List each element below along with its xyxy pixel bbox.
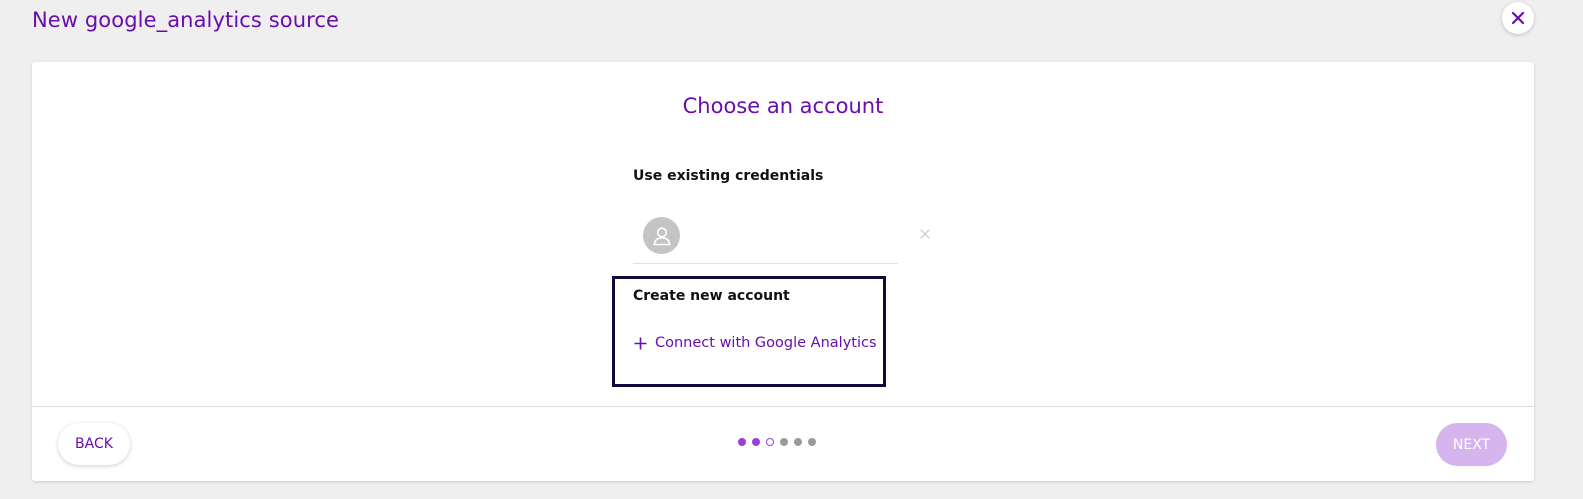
close-icon: [920, 229, 930, 239]
create-new-account-label: Create new account: [633, 288, 790, 304]
step-title: Choose an account: [682, 94, 884, 118]
step-dot-3: [766, 438, 774, 446]
close-icon: [1511, 11, 1525, 25]
step-dot-2: [752, 438, 760, 446]
step-dot-6: [808, 438, 816, 446]
step-dot-1: [738, 438, 746, 446]
existing-credential-item[interactable]: [633, 207, 898, 264]
avatar: [643, 217, 680, 254]
plus-icon: [633, 336, 647, 350]
wizard-footer: BACK NEXT: [32, 406, 1534, 481]
connect-google-analytics-label: Connect with Google Analytics: [655, 335, 877, 351]
page-title: New google_analytics source: [32, 8, 340, 32]
step-dot-4: [780, 438, 788, 446]
wizard-card: Choose an account Use existing credentia…: [32, 62, 1534, 481]
back-button[interactable]: BACK: [58, 423, 130, 465]
step-dot-5: [794, 438, 802, 446]
step-indicator: [738, 438, 822, 446]
close-button[interactable]: [1502, 2, 1534, 34]
next-button[interactable]: NEXT: [1436, 423, 1507, 466]
remove-credential-button[interactable]: [918, 227, 932, 241]
existing-credentials-label: Use existing credentials: [633, 168, 824, 184]
user-icon: [652, 226, 671, 245]
connect-google-analytics-button[interactable]: Connect with Google Analytics: [633, 331, 877, 355]
